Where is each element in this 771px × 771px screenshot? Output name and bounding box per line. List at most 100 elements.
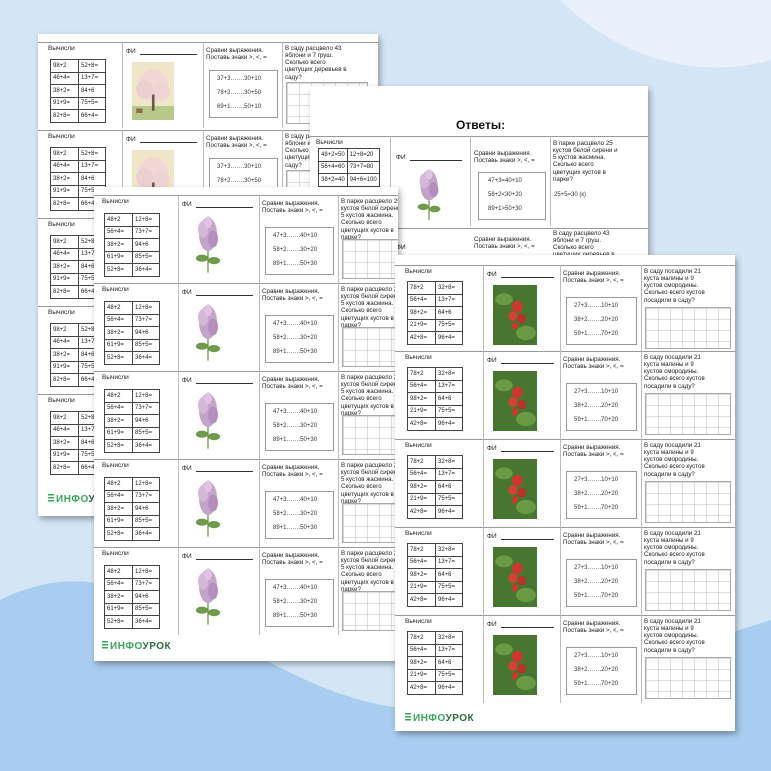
card-divider (94, 459, 398, 460)
math-left-expr: 98+2= (407, 306, 436, 320)
math-right-expr: 12+8= (132, 565, 160, 579)
math-right-expr: 13+7= (78, 159, 106, 173)
task-card: Вычисли 78+2 32+8= 56+4= 13+7= 98+2= 64+6 21+9=… (395, 615, 735, 703)
compute-label: Вычисли (405, 442, 432, 449)
compute-label: Вычисли (48, 221, 75, 228)
col-divider (178, 459, 179, 547)
math-left-expr: 42+8= (407, 505, 436, 519)
math-right-expr: 94+6 (132, 414, 160, 428)
task-card: Вычисли 78+2 32+8= 56+4= 13+7= 98+2= 64+6 21+9=… (395, 351, 735, 439)
word-problem: В саду посадили 21 куста малины и 9 куст… (644, 618, 705, 654)
compute-label: Вычисли (48, 309, 75, 316)
fi-label: ФИ (182, 465, 192, 472)
compare-expr: 69+1…….50+10 (217, 104, 262, 110)
fi-label: ФИ (487, 533, 497, 540)
card-divider (38, 42, 378, 43)
word-problem: В саду посадили 21 куста малины и 9 куст… (644, 354, 705, 390)
math-left-expr: 56+4= (407, 379, 436, 393)
math-left-expr: 42+8= (407, 417, 436, 431)
col-divider (641, 265, 642, 353)
compare-expr: 78+2…….30+50 (217, 90, 262, 96)
math-left-expr: 56+4= (407, 467, 436, 481)
col-divider (203, 42, 204, 128)
math-right-expr: 64+6 (435, 306, 463, 320)
math-right-expr: 32+8= (435, 281, 463, 295)
math-left-expr: 21+9= (407, 668, 436, 682)
answer-grid (645, 393, 731, 435)
fi-label: ФИ (396, 154, 406, 161)
math-right-expr: 73+7= (132, 577, 160, 591)
math-right-expr: 75+5= (78, 96, 106, 110)
compare-instruction: Сравни выражения. Поставь знаки >, <, = (563, 356, 624, 371)
word-problem: В саду расцвело 43 яблони и 7 груш. Скол… (285, 45, 347, 81)
math-right-expr: 85+5= (132, 426, 160, 440)
col-divider (178, 195, 179, 283)
card-divider (395, 527, 735, 528)
raspberry-bush-photo (493, 547, 537, 607)
math-left-expr: 82+8= (50, 285, 79, 299)
task-card: Вычисли 48+2 12+8= 56+4= 73+7= 38+2= 94+6 61+9=… (94, 459, 398, 547)
card-divider (94, 371, 398, 372)
math-left-expr: 61+9= (104, 250, 133, 264)
logo-text-a: ИНФО (56, 494, 89, 505)
math-left-expr: 56+4= (104, 577, 133, 591)
math-right-expr: 75+5= (435, 492, 463, 506)
raspberry-bush-photo (493, 285, 537, 345)
fi-underline (501, 451, 554, 452)
compare-instruction: Сравни выражения. Поставь знаки >, <, = (563, 532, 624, 547)
card-divider (310, 136, 648, 137)
math-left-expr: 38+2= (104, 590, 133, 604)
math-right-expr: 94+6 (132, 326, 160, 340)
math-left-expr: 78+2 (407, 367, 436, 381)
math-left-expr: 21+9= (407, 580, 436, 594)
compare-instruction: Сравни выражения. Поставь знаки >, <, = (262, 200, 323, 215)
compare-expr: 59+1…….70+20 (574, 505, 619, 511)
col-divider (560, 615, 561, 703)
math-left-expr: 56+4=60 (318, 160, 348, 174)
math-right-expr: 64+6 (435, 480, 463, 494)
col-divider (338, 371, 339, 459)
math-right-expr: 12+8= (132, 213, 160, 227)
math-left-expr: 52+8= (104, 615, 133, 629)
math-left-expr: 48+2 (104, 213, 133, 227)
compare-instruction: Сравни выражения. Поставь знаки >, <, = (262, 288, 323, 303)
col-divider (178, 547, 179, 635)
math-table: 48+2 12+8= 56+4= 73+7= 38+2= 94+6 61+9= 85+5= 52… (104, 213, 160, 277)
math-left-expr: 52+8= (104, 527, 133, 541)
math-left-expr: 38+2= (104, 238, 133, 252)
compare-expr: 38+2…….20+20 (574, 667, 619, 673)
math-left-expr: 46+4= (50, 71, 79, 85)
lilac-photo (188, 479, 228, 539)
compare-expr: 58+2…….30+20 (273, 599, 318, 605)
math-right-expr: 32+8= (435, 543, 463, 557)
problem-answer: 25+5=30 (к) (554, 192, 586, 198)
math-right-expr: 32+8= (435, 631, 463, 645)
math-right-expr: 84+6 (78, 84, 106, 98)
math-right-expr: 94+6 (132, 590, 160, 604)
math-right-expr: 13+7= (435, 643, 463, 657)
card-divider (395, 351, 735, 352)
compare-instruction: Сравни выражения. Поставь знаки >, <, = (206, 47, 267, 62)
math-left-expr: 98+2= (407, 568, 436, 582)
infourok-logo: ИНФОУРОК (405, 713, 474, 724)
col-divider (259, 195, 260, 283)
word-problem: В саду посадили 21 куста малины и 9 куст… (644, 268, 705, 304)
math-right-expr: 12+8= (132, 477, 160, 491)
math-right-expr: 75+5= (435, 404, 463, 418)
math-left-expr: 38+2= (50, 260, 79, 274)
card-divider (94, 547, 398, 548)
math-table: 48+2 12+8= 56+4= 73+7= 38+2= 94+6 61+9= 85+5= 52… (104, 565, 160, 629)
compare-expr: 27+3…….10+10 (574, 565, 619, 571)
col-divider (259, 547, 260, 635)
math-right-expr: 64+6 (435, 656, 463, 670)
apple-tree-photo (132, 62, 174, 120)
compare-instruction: Сравни выражения. Поставь знаки >, <, = (474, 236, 535, 251)
math-left-expr: 21+9= (407, 404, 436, 418)
compare-expr: 59+1…….70+20 (574, 681, 619, 687)
compare-expr: 47+3…….40+10 (273, 585, 318, 591)
task-card: Вычисли 48+2 12+8= 56+4= 73+7= 38+2= 94+6 61+9=… (94, 195, 398, 283)
compare-expr: 47+3…….40+10 (273, 321, 318, 327)
math-right-expr: 36+4= (132, 527, 160, 541)
task-card: Вычисли 48+2 12+8= 56+4= 73+7= 38+2= 94+6 61+9=… (94, 371, 398, 459)
math-left-expr: 82+8= (50, 373, 79, 387)
